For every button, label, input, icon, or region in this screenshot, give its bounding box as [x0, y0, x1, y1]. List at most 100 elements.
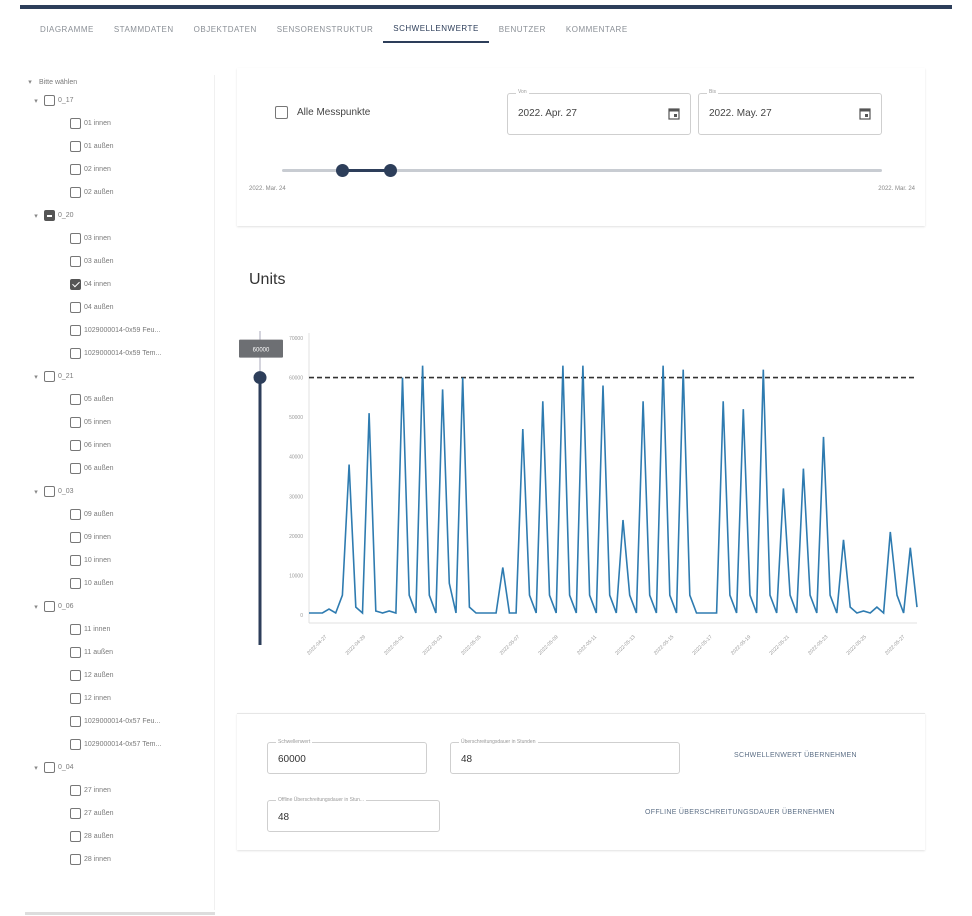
tab-kommentare[interactable]: Kommentare	[556, 15, 638, 42]
checkbox-icon[interactable]	[44, 210, 55, 221]
tree-item[interactable]: 03 außen	[70, 250, 214, 273]
tree-item[interactable]: 27 außen	[70, 802, 214, 825]
expand-icon[interactable]: ▾	[31, 97, 41, 105]
tree-item[interactable]: 09 außen	[70, 503, 214, 526]
threshold-field-value[interactable]: 60000	[278, 754, 306, 765]
tree-item[interactable]: 28 außen	[70, 825, 214, 848]
tab-schwellenwerte[interactable]: Schwellenwerte	[383, 14, 489, 43]
tab-benutzer[interactable]: Benutzer	[489, 15, 556, 42]
threshold-field[interactable]: Schwellenwert 60000	[267, 739, 427, 774]
checkbox-icon[interactable]	[70, 693, 81, 704]
duration-field[interactable]: Überschreitungsdauer in Stunden 48	[450, 739, 680, 774]
checkbox-icon[interactable]	[70, 187, 81, 198]
checkbox-icon[interactable]	[44, 371, 55, 382]
tree-group[interactable]: ▾ 0_21	[31, 365, 214, 388]
tree-group[interactable]: ▾ 0_06	[31, 595, 214, 618]
checkbox-icon[interactable]	[70, 532, 81, 543]
all-points-checkbox[interactable]: Alle Messpunkte	[275, 106, 370, 119]
from-date-value[interactable]: 2022. Apr. 27	[518, 108, 577, 119]
checkbox-icon[interactable]	[44, 486, 55, 497]
tree-item[interactable]: 12 innen	[70, 687, 214, 710]
range-start-handle[interactable]	[336, 164, 349, 177]
from-date-field[interactable]: Von 2022. Apr. 27	[507, 89, 691, 135]
tree-group[interactable]: ▾ 0_17	[31, 89, 214, 112]
offline-duration-value[interactable]: 48	[278, 812, 289, 823]
tree-group[interactable]: ▾ 0_04	[31, 756, 214, 779]
expand-icon[interactable]: ▾	[31, 603, 41, 611]
duration-field-value[interactable]: 48	[461, 754, 472, 765]
tree-item[interactable]: 05 außen	[70, 388, 214, 411]
tree-group[interactable]: ▾ 0_20	[31, 204, 214, 227]
tree-item[interactable]: 11 außen	[70, 641, 214, 664]
tree-item[interactable]: 28 innen	[70, 848, 214, 871]
checkbox-icon[interactable]	[70, 463, 81, 474]
expand-icon[interactable]: ▾	[31, 212, 41, 220]
tree-item[interactable]: 10 innen	[70, 549, 214, 572]
checkbox-icon[interactable]	[70, 555, 81, 566]
tree-item[interactable]: 27 innen	[70, 779, 214, 802]
checkbox-icon[interactable]	[70, 279, 81, 290]
tab-stammdaten[interactable]: Stammdaten	[104, 15, 184, 42]
checkbox-icon[interactable]	[70, 670, 81, 681]
tab-diagramme[interactable]: Diagramme	[30, 15, 104, 42]
apply-offline-button[interactable]: Offline Überschreitungsdauer übernehmen	[645, 809, 835, 816]
checkbox-icon[interactable]	[70, 739, 81, 750]
checkbox-icon[interactable]	[70, 624, 81, 635]
to-date-field[interactable]: Bis 2022. May. 27	[698, 89, 882, 135]
tree-item[interactable]: 02 außen	[70, 181, 214, 204]
tree-item[interactable]: 03 innen	[70, 227, 214, 250]
tree-item[interactable]: 1029000014-0x57 Tem...	[70, 733, 214, 756]
checkbox-icon[interactable]	[275, 106, 288, 119]
checkbox-icon[interactable]	[70, 233, 81, 244]
checkbox-icon[interactable]	[70, 394, 81, 405]
tree-item[interactable]: 06 innen	[70, 434, 214, 457]
expand-icon[interactable]: ▾	[31, 373, 41, 381]
checkbox-icon[interactable]	[70, 578, 81, 589]
calendar-icon[interactable]	[859, 107, 871, 120]
tree-item[interactable]: 01 außen	[70, 135, 214, 158]
tree-item[interactable]: 12 außen	[70, 664, 214, 687]
tree-group[interactable]: ▾ 0_03	[31, 480, 214, 503]
checkbox-icon[interactable]	[70, 716, 81, 727]
tree-item[interactable]: 06 außen	[70, 457, 214, 480]
tab-objektdaten[interactable]: Objektdaten	[184, 15, 267, 42]
tree-item[interactable]: 05 innen	[70, 411, 214, 434]
checkbox-icon[interactable]	[70, 302, 81, 313]
range-end-handle[interactable]	[384, 164, 397, 177]
tree-item[interactable]: 04 innen	[70, 273, 214, 296]
checkbox-icon[interactable]	[70, 509, 81, 520]
checkbox-icon[interactable]	[70, 417, 81, 428]
checkbox-icon[interactable]	[70, 785, 81, 796]
checkbox-icon[interactable]	[70, 164, 81, 175]
checkbox-icon[interactable]	[44, 601, 55, 612]
expand-icon[interactable]: ▾	[31, 488, 41, 496]
tree-item[interactable]: 04 außen	[70, 296, 214, 319]
sidebar-scrollbar[interactable]	[25, 912, 215, 915]
checkbox-icon[interactable]	[70, 325, 81, 336]
apply-threshold-button[interactable]: Schwellenwert übernehmen	[734, 752, 857, 759]
threshold-slider-handle[interactable]	[253, 371, 267, 385]
tree-item[interactable]: 1029000014-0x59 Tem...	[70, 342, 214, 365]
checkbox-icon[interactable]	[44, 95, 55, 106]
checkbox-icon[interactable]	[70, 118, 81, 129]
tree-item[interactable]: 02 innen	[70, 158, 214, 181]
checkbox-icon[interactable]	[70, 647, 81, 658]
tree-item[interactable]: 1029000014-0x57 Feu...	[70, 710, 214, 733]
checkbox-icon[interactable]	[70, 440, 81, 451]
checkbox-icon[interactable]	[70, 808, 81, 819]
checkbox-icon[interactable]	[70, 141, 81, 152]
expand-icon[interactable]: ▾	[31, 764, 41, 772]
tree-root[interactable]: ▾ Bitte wählen	[25, 75, 214, 89]
to-date-value[interactable]: 2022. May. 27	[709, 108, 772, 119]
tab-sensorenstruktur[interactable]: Sensorenstruktur	[267, 15, 383, 42]
expand-icon[interactable]: ▾	[25, 78, 35, 86]
tree-item[interactable]: 01 innen	[70, 112, 214, 135]
offline-duration-field[interactable]: Offline Überschreitungsdauer in Stun... …	[267, 797, 440, 832]
checkbox-icon[interactable]	[70, 831, 81, 842]
checkbox-icon[interactable]	[44, 762, 55, 773]
tree-item[interactable]: 11 innen	[70, 618, 214, 641]
tree-item[interactable]: 10 außen	[70, 572, 214, 595]
tree-item[interactable]: 1029000014-0x59 Feu...	[70, 319, 214, 342]
checkbox-icon[interactable]	[70, 854, 81, 865]
checkbox-icon[interactable]	[70, 256, 81, 267]
